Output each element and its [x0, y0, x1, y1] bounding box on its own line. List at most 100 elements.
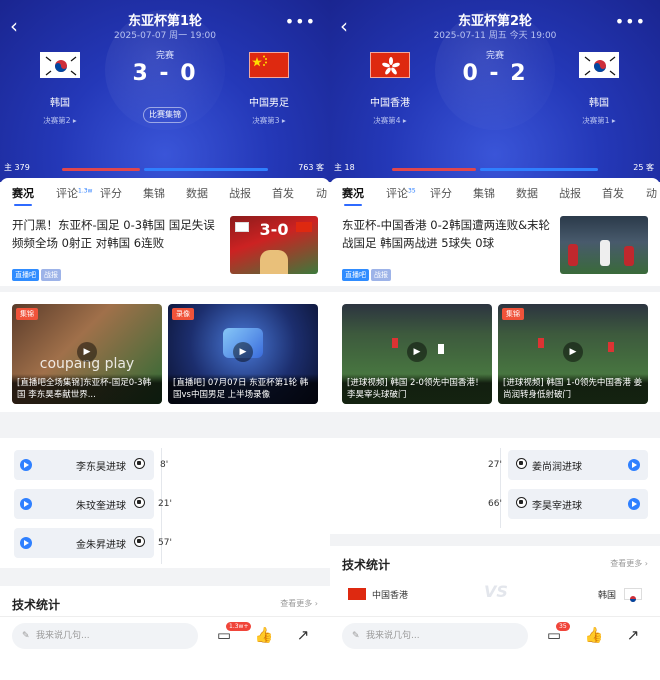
video-card[interactable]: 录像 ▶ [直播吧] 07月07日 东亚杯第1轮 韩国vs中国男足 上半场录像	[168, 304, 318, 404]
home-team[interactable]: 韩国 决赛第2 ▸	[15, 52, 105, 126]
event-text: 姜尚润进球	[532, 462, 582, 473]
tab-data[interactable]: 数据	[516, 185, 538, 201]
event-minute: 8'	[160, 460, 169, 470]
tab-highlights[interactable]: 集锦	[143, 185, 165, 201]
comment-icon[interactable]: ▭ 35	[544, 622, 570, 645]
thumb-score: 3-0	[259, 220, 289, 239]
support-vote[interactable]: 主 18 25 客	[330, 158, 660, 178]
home-support-count: 主 379	[4, 163, 30, 172]
play-icon[interactable]: ▶	[563, 342, 583, 362]
event-item[interactable]: 姜尚润进球	[508, 450, 648, 480]
tab-lineup[interactable]: 首发	[272, 185, 294, 201]
play-icon[interactable]	[20, 537, 32, 549]
tab-live[interactable]: 赛况	[342, 185, 364, 206]
play-icon[interactable]	[628, 459, 640, 471]
tab-ratings[interactable]: 评分	[430, 185, 452, 201]
event-text: 金朱昇进球	[76, 540, 126, 551]
comment-input[interactable]: ✎ 我来说几句...	[12, 623, 198, 649]
comment-count: 1.3w	[78, 187, 93, 195]
news-title: 开门黑！东亚杯-国足 0-3韩国 国足失误频频全场 0射正 对韩国 6连败	[12, 218, 215, 250]
play-icon[interactable]	[20, 459, 32, 471]
source-tag: 直播吧	[12, 269, 39, 281]
tab-report[interactable]: 战报	[229, 185, 251, 201]
event-item[interactable]: 李东昊进球	[14, 450, 154, 480]
stats-more-link[interactable]: 查看更多 ›	[610, 558, 648, 569]
home-team-rank: 决赛第2 ▸	[43, 116, 77, 125]
comment-badge: 1.3w+	[226, 622, 252, 631]
tab-more[interactable]: 动	[646, 185, 657, 201]
match-date: 2025-07-07 周一 19:00	[114, 31, 216, 41]
video-caption: [直播吧全场集锦]东亚杯-国足0-3韩国 李东昊奉献世界...	[12, 374, 162, 404]
video-card[interactable]: 集锦 ▶ [进球视频] 韩国 1-0领先中国香港 姜尚润转身低射破门	[498, 304, 648, 404]
football-icon	[516, 458, 527, 469]
news-card[interactable]: 东亚杯-中国香港 0-2韩国遭两连败&末轮战国足 韩国两战进 5球失 0球 直播…	[330, 206, 660, 286]
event-text: 李东昊进球	[76, 462, 126, 473]
player-figure	[538, 338, 544, 348]
play-icon[interactable]: ▶	[407, 342, 427, 362]
stats-more-link[interactable]: 查看更多 ›	[280, 598, 318, 609]
player-figure	[568, 244, 578, 266]
bottom-bar: ✎ 我来说几句... ▭ 35 👍 ↗	[330, 616, 660, 680]
player-figure	[438, 344, 444, 354]
video-badge: 集锦	[502, 308, 524, 320]
home-team[interactable]: 中国香港 决赛第4 ▸	[345, 52, 435, 126]
player-figure	[260, 250, 288, 274]
hongkong-flag-icon	[370, 52, 410, 78]
comment-placeholder: 我来说几句...	[36, 631, 90, 641]
away-support-count: 25 客	[633, 163, 654, 172]
support-vote[interactable]: 主 379 763 客	[0, 158, 330, 178]
tab-highlights[interactable]: 集锦	[473, 185, 495, 201]
highlights-button[interactable]: 比赛集锦	[143, 107, 187, 123]
event-minute: 27'	[488, 460, 502, 470]
tab-live[interactable]: 赛况	[12, 185, 34, 206]
like-icon[interactable]: 👍	[584, 625, 604, 645]
home-support-bar	[62, 168, 140, 171]
match-tabs: 赛况 评论35 评分 集锦 数据 战报 首发 动	[330, 178, 660, 206]
video-section: coupang play 集锦 ▶ [直播吧全场集锦]东亚杯-国足0-3韩国 李…	[0, 292, 330, 412]
video-badge: 集锦	[16, 308, 38, 320]
football-icon	[134, 458, 145, 469]
tab-more[interactable]: 动	[316, 185, 327, 201]
video-section: ▶ [进球视频] 韩国 2-0领先中国香港！李昊宰头球破门 集锦 ▶ [进球视频…	[330, 292, 660, 412]
event-item[interactable]: 李昊宰进球	[508, 489, 648, 519]
tech-stats: 技术统计 查看更多 › 中国香港 VS 韩国	[330, 546, 660, 616]
play-icon[interactable]: ▶	[77, 342, 97, 362]
tab-report[interactable]: 战报	[559, 185, 581, 201]
event-minute: 57'	[158, 538, 172, 548]
comment-icon[interactable]: ▭ 1.3w+	[214, 622, 252, 645]
stats-away-team: 韩国	[598, 591, 617, 601]
event-item[interactable]: 金朱昇进球	[14, 528, 154, 558]
tab-data[interactable]: 数据	[186, 185, 208, 201]
video-caption: [直播吧] 07月07日 东亚杯第1轮 韩国vs中国男足 上半场录像	[168, 374, 318, 404]
player-figure	[608, 342, 614, 352]
share-icon[interactable]: ↗	[623, 625, 643, 645]
home-support-count: 主 18	[334, 163, 355, 172]
korea-flag-icon	[40, 52, 80, 78]
comment-input[interactable]: ✎ 我来说几句...	[342, 623, 528, 649]
football-icon	[134, 536, 145, 547]
tab-comments[interactable]: 评论1.3w	[56, 185, 92, 201]
play-icon[interactable]: ▶	[233, 342, 253, 362]
comment-placeholder: 我来说几句...	[366, 631, 420, 641]
video-card[interactable]: ▶ [进球视频] 韩国 2-0领先中国香港！李昊宰头球破门	[342, 304, 492, 404]
play-icon[interactable]	[20, 498, 32, 510]
event-item[interactable]: 朱玟奎进球	[14, 489, 154, 519]
away-team[interactable]: 中国男足 决赛第3 ▸	[224, 52, 314, 126]
match-header: ‹ ••• 东亚杯第2轮 2025-07-11 周五 今天 19:00 完赛 0…	[330, 0, 660, 182]
like-icon[interactable]: 👍	[254, 625, 274, 645]
video-caption: [进球视频] 韩国 2-0领先中国香港！李昊宰头球破门	[342, 374, 492, 404]
stats-title: 技术统计	[342, 558, 391, 572]
match-tabs: 赛况 评论1.3w 评分 集锦 数据 战报 首发 动	[0, 178, 330, 206]
video-card[interactable]: coupang play 集锦 ▶ [直播吧全场集锦]东亚杯-国足0-3韩国 李…	[12, 304, 162, 404]
share-icon[interactable]: ↗	[293, 625, 313, 645]
match-screen-round1: ‹ ••• 东亚杯第1轮 2025-07-07 周一 19:00 完赛 3 - …	[0, 0, 330, 680]
tab-comments[interactable]: 评论35	[386, 185, 416, 201]
play-icon[interactable]	[628, 498, 640, 510]
away-support-bar	[144, 168, 268, 171]
away-team[interactable]: 韩国 决赛第1 ▸	[554, 52, 644, 126]
news-thumbnail: 3-0	[230, 216, 318, 274]
news-card[interactable]: 开门黑！东亚杯-国足 0-3韩国 国足失误频频全场 0射正 对韩国 6连败 直播…	[0, 206, 330, 286]
tab-ratings[interactable]: 评分	[100, 185, 122, 201]
pen-icon: ✎	[352, 631, 360, 641]
tab-lineup[interactable]: 首发	[602, 185, 624, 201]
